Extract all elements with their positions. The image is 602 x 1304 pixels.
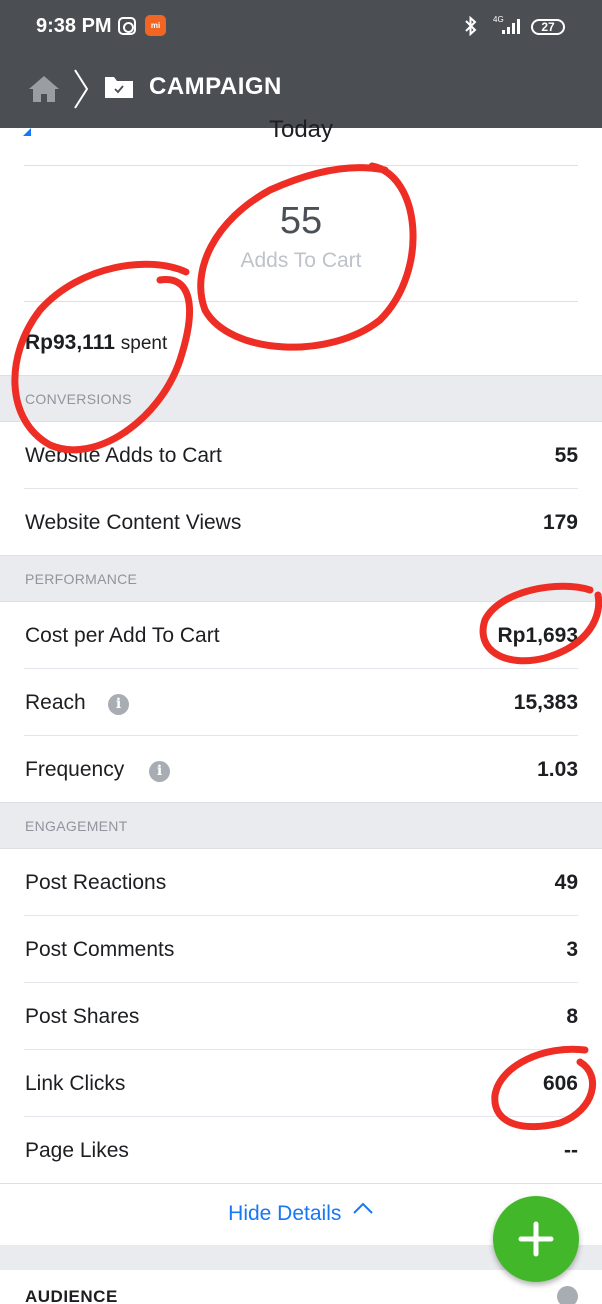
metric-row[interactable]: Website Adds to Cart 55: [0, 422, 602, 489]
amount-spent: Rp93,111 spent: [25, 331, 167, 355]
chevron-up-icon: [352, 1201, 374, 1220]
metric-row[interactable]: Reach i 15,383: [0, 669, 602, 736]
metric-label: Post Reactions: [25, 871, 167, 894]
metric-row[interactable]: Page Likes --: [0, 1117, 602, 1184]
metric-row[interactable]: Cost per Add To Cart Rp1,693: [0, 602, 602, 669]
status-time: 9:38 PM: [36, 15, 112, 37]
metric-value: 3: [566, 938, 578, 961]
metric-value: 8: [566, 1005, 578, 1028]
divider: [24, 301, 578, 302]
hide-details-label: Hide Details: [228, 1202, 342, 1225]
section-header-engagement: ENGAGEMENT: [0, 802, 602, 849]
plus-icon: [518, 1221, 554, 1257]
signal-icon: [498, 18, 522, 34]
metric-label: Link Clicks: [25, 1072, 126, 1095]
metric-row[interactable]: Post Shares 8: [0, 983, 602, 1050]
mi-app-icon: mi: [145, 15, 166, 36]
spent-amount: Rp93,111: [25, 331, 115, 354]
page-title: CAMPAIGN: [149, 73, 282, 100]
audience-title: AUDIENCE: [25, 1287, 118, 1304]
battery-icon: 27: [531, 19, 565, 35]
section-title: PERFORMANCE: [25, 571, 138, 587]
divider: [24, 165, 578, 166]
metric-label: Reach: [25, 691, 86, 714]
chevron-right-icon: [72, 68, 90, 110]
section-header-performance: PERFORMANCE: [0, 555, 602, 602]
section-title: CONVERSIONS: [25, 391, 132, 407]
date-selector-label[interactable]: Today: [0, 116, 602, 144]
headline-metric-value: 55: [279, 200, 323, 242]
metric-value: --: [564, 1139, 578, 1162]
metric-label: Post Shares: [25, 1005, 140, 1028]
instagram-icon: [118, 17, 136, 35]
section-header-conversions: CONVERSIONS: [0, 375, 602, 422]
metric-label: Frequency: [25, 758, 125, 781]
headline-metric-label: Adds To Cart: [240, 249, 362, 272]
metric-value: Rp1,693: [497, 624, 578, 647]
metric-row[interactable]: Website Content Views 179: [0, 489, 602, 556]
metric-value: 55: [554, 444, 578, 467]
folder-icon[interactable]: [104, 74, 134, 100]
metric-row[interactable]: Frequency i 1.03: [0, 736, 602, 803]
metric-value: 15,383: [513, 691, 578, 714]
metric-row[interactable]: Post Comments 3: [0, 916, 602, 983]
metric-value: 606: [542, 1072, 578, 1095]
metric-value: 1.03: [537, 758, 578, 781]
metric-row[interactable]: Link Clicks 606: [0, 1050, 602, 1117]
info-icon[interactable]: i: [108, 694, 129, 715]
section-title: ENGAGEMENT: [25, 818, 128, 834]
bluetooth-icon: [464, 15, 478, 42]
status-bar: 9:38 PM mi 4G 27: [0, 0, 602, 54]
spent-suffix: spent: [120, 333, 168, 354]
info-icon[interactable]: [557, 1286, 578, 1304]
home-icon[interactable]: [28, 74, 60, 104]
metric-label: Page Likes: [25, 1139, 129, 1162]
metric-label: Website Content Views: [25, 511, 242, 534]
metric-label: Cost per Add To Cart: [25, 624, 220, 647]
metric-label: Post Comments: [25, 938, 175, 961]
metric-row[interactable]: Post Reactions 49: [0, 849, 602, 916]
metric-value: 179: [542, 511, 578, 534]
add-button[interactable]: [493, 1196, 579, 1282]
info-icon[interactable]: i: [149, 761, 170, 782]
metric-value: 49: [554, 871, 578, 894]
metric-label: Website Adds to Cart: [25, 444, 222, 467]
